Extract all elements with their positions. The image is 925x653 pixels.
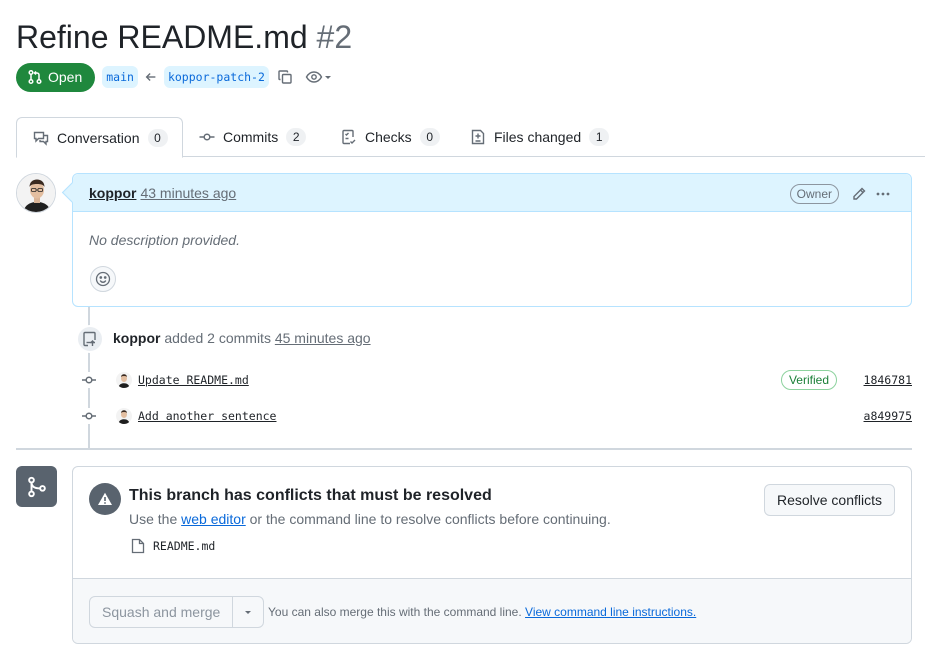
tab-label: Checks — [365, 129, 412, 145]
page-title: Refine README.md #2 — [16, 16, 352, 58]
conflict-desc-suffix: or the command line to resolve conflicts… — [245, 511, 611, 527]
git-commit-icon — [199, 133, 215, 141]
state-label: Open — [48, 69, 83, 85]
triangle-down-icon — [245, 611, 252, 614]
alert-icon — [89, 483, 121, 515]
tab-files-changed[interactable]: Files changed 1 — [470, 117, 610, 157]
add-reaction-button[interactable] — [90, 266, 116, 292]
owner-badge: Owner — [789, 184, 839, 204]
conflict-file-item: README.md — [131, 538, 215, 554]
commit-row: Add another sentence a849975 — [80, 405, 912, 427]
verified-badge[interactable]: Verified — [780, 370, 837, 390]
merge-method-dropdown[interactable] — [233, 597, 263, 627]
smiley-icon — [95, 271, 111, 287]
watch-dropdown[interactable] — [305, 69, 333, 85]
merge-box: This branch has conflicts that must be r… — [72, 466, 912, 644]
push-actor-link[interactable]: koppor — [113, 330, 160, 346]
push-event-text: koppor added 2 commits 45 minutes ago — [113, 330, 371, 346]
git-commit-icon — [80, 372, 98, 388]
checklist-icon — [342, 129, 356, 145]
author-avatar[interactable] — [16, 173, 56, 213]
head-branch-link[interactable]: koppor-patch-2 — [163, 66, 269, 88]
comment-timestamp-link[interactable]: 43 minutes ago — [140, 185, 236, 201]
squash-and-merge-button[interactable]: Squash and merge — [90, 597, 234, 627]
pr-number: #2 — [316, 19, 353, 55]
commit-author-avatar[interactable] — [116, 372, 132, 388]
tab-label: Files changed — [494, 129, 582, 145]
tab-label: Commits — [223, 129, 279, 145]
commit-sha-link[interactable]: 1846781 — [864, 373, 912, 387]
merge-split-button: Squash and merge — [89, 596, 265, 628]
triangle-down-icon — [324, 76, 331, 79]
command-line-instructions-link[interactable]: View command line instructions. — [525, 605, 696, 619]
commit-message-link[interactable]: Update README.md — [138, 373, 249, 387]
state-open-badge: Open — [16, 62, 96, 92]
merge-hint: You can also merge this with the command… — [268, 605, 696, 619]
comment-header: koppor 43 minutes ago Owner — [73, 174, 911, 212]
kebab-horizontal-icon[interactable] — [875, 186, 891, 202]
pr-title-text: Refine README.md — [16, 19, 308, 55]
copy-icon[interactable] — [277, 69, 293, 85]
eye-icon — [305, 71, 323, 83]
pencil-icon[interactable] — [851, 186, 867, 202]
git-commit-icon — [80, 408, 98, 424]
tab-checks[interactable]: Checks 0 — [341, 117, 440, 157]
commit-message-link[interactable]: Add another sentence — [138, 409, 276, 423]
git-merge-icon — [16, 466, 57, 507]
conflict-title: This branch has conflicts that must be r… — [129, 487, 492, 504]
conflict-file-name: README.md — [153, 539, 216, 553]
tab-label: Conversation — [57, 129, 140, 146]
timeline-divider — [16, 448, 912, 450]
push-action-text: added 2 commits — [164, 330, 271, 346]
conflict-description: Use the web editor or the command line t… — [129, 511, 611, 527]
comment-body: No description provided. — [89, 232, 240, 248]
tab-counter: 0 — [419, 128, 440, 146]
commit-row: Update README.md Verified 1846781 — [80, 369, 912, 391]
comment-discussion-icon — [33, 131, 49, 146]
arrow-left-icon — [144, 70, 158, 84]
tab-counter: 0 — [147, 128, 168, 147]
web-editor-link[interactable]: web editor — [181, 511, 246, 527]
tab-conversation[interactable]: Conversation 0 — [16, 117, 183, 158]
file-icon — [131, 538, 145, 554]
base-branch-link[interactable]: main — [102, 66, 138, 88]
merge-footer: Squash and merge You can also merge this… — [73, 578, 911, 643]
resolve-conflicts-button[interactable]: Resolve conflicts — [763, 484, 895, 516]
tab-commits[interactable]: Commits 2 — [199, 117, 307, 157]
repo-push-icon — [76, 325, 104, 353]
pr-tabs: Conversation 0 Commits 2 Checks 0 Files … — [16, 117, 925, 158]
git-pull-request-icon — [28, 69, 42, 85]
merge-hint-text: You can also merge this with the command… — [268, 605, 526, 619]
conflict-desc-prefix: Use the — [129, 511, 182, 527]
tab-counter: 1 — [589, 128, 610, 146]
commit-author-avatar[interactable] — [116, 408, 132, 424]
pr-description-comment: koppor 43 minutes ago Owner No descripti… — [72, 173, 912, 307]
push-time-link[interactable]: 45 minutes ago — [275, 330, 371, 346]
file-diff-icon — [471, 129, 485, 145]
tab-counter: 2 — [286, 128, 307, 146]
commit-sha-link[interactable]: a849975 — [864, 409, 912, 423]
avatar-image — [17, 174, 55, 212]
comment-author-link[interactable]: koppor — [89, 185, 136, 201]
pr-meta-row: Open main koppor-patch-2 — [16, 62, 333, 92]
